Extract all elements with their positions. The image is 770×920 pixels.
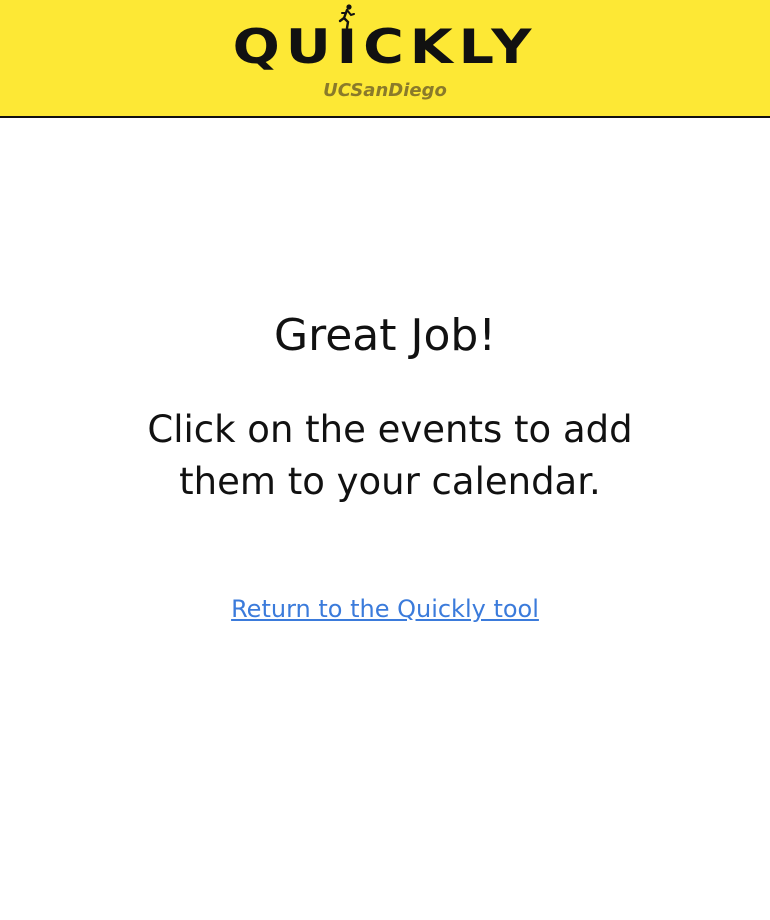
ucsandiego-logo: UCSanDiego — [323, 80, 447, 101]
main-content: Great Job! Click on the events to add th… — [0, 118, 770, 920]
quickly-logo: QUICKLY UCSanDiego — [0, 0, 770, 116]
return-to-quickly-link[interactable]: Return to the Quickly tool — [231, 595, 539, 623]
return-link-container: Return to the Quickly tool — [0, 592, 770, 626]
app-header: QUICKLY UCSanDiego — [0, 0, 770, 118]
page-title: Great Job! — [274, 310, 496, 361]
instruction-message: Click on the events to add them to your … — [147, 408, 633, 503]
logo-text: QUICKLY — [232, 20, 538, 75]
